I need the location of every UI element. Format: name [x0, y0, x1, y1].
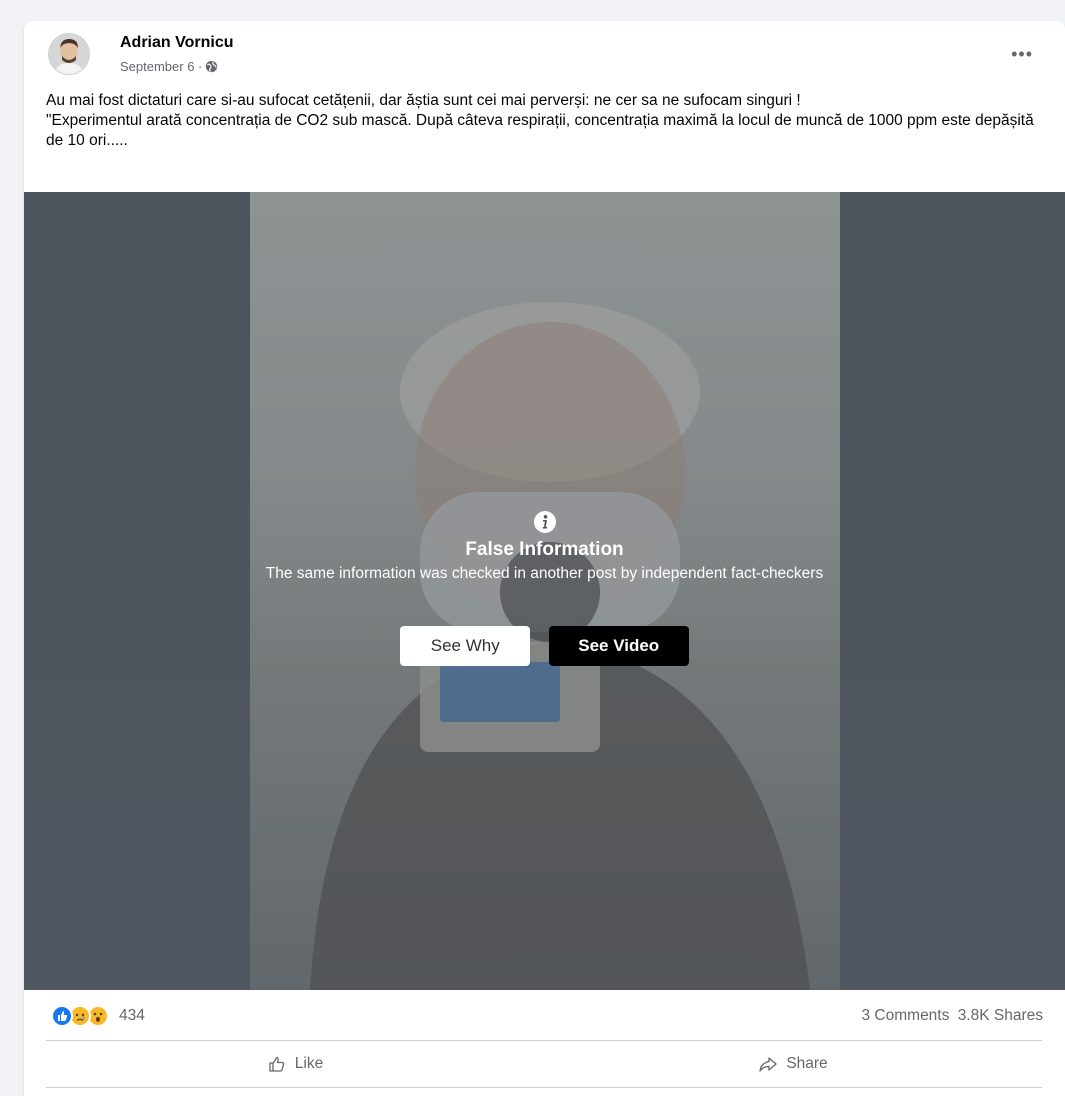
video-media[interactable]: False Information The same information w…: [24, 192, 1065, 990]
warning-actions: See Why See Video: [24, 626, 1065, 666]
more-options-icon[interactable]: •••: [1011, 45, 1033, 63]
post-actions: Like Share: [46, 1042, 1042, 1086]
post-meta: September 6 ·: [120, 59, 218, 74]
warning-title: False Information: [465, 539, 624, 560]
like-button[interactable]: Like: [46, 1042, 544, 1086]
warning-subtitle: The same information was checked in anot…: [265, 565, 824, 582]
like-label: Like: [294, 1055, 324, 1072]
see-video-button[interactable]: See Video: [548, 626, 689, 666]
post-text-line: Au mai fost dictaturi care si-au sufocat…: [46, 92, 801, 109]
actions-divider-bottom: [46, 1087, 1042, 1088]
like-icon: [51, 1005, 73, 1027]
thumbs-up-icon: [269, 1056, 285, 1072]
engagement-counts: 3 Comments 3.8K Shares: [858, 1007, 1044, 1025]
share-label: Share: [786, 1055, 828, 1072]
post-card: Adrian Vornicu September 6 · ••• Au mai …: [24, 21, 1065, 1096]
see-why-button[interactable]: See Why: [400, 626, 531, 666]
comments-count[interactable]: 3 Comments: [862, 1007, 950, 1024]
reactions-summary[interactable]: 434: [51, 1005, 145, 1027]
share-arrow-icon: [759, 1057, 777, 1072]
post-text: Au mai fost dictaturi care si-au sufocat…: [46, 91, 1046, 151]
author-name[interactable]: Adrian Vornicu: [120, 34, 234, 52]
post-text-line: "Experimentul arată concentrația de CO2 …: [46, 112, 1034, 149]
share-button[interactable]: Share: [544, 1042, 1042, 1086]
post-stats: 434 3 Comments 3.8K Shares: [24, 990, 1065, 1040]
shares-count[interactable]: 3.8K Shares: [958, 1007, 1043, 1024]
false-information-warning: False Information The same information w…: [24, 510, 1065, 584]
post-date[interactable]: September 6 ·: [120, 59, 202, 74]
actions-divider-top: [46, 1040, 1042, 1041]
post-header: Adrian Vornicu September 6 · •••: [24, 21, 1065, 91]
reaction-count[interactable]: 434: [119, 1007, 145, 1025]
globe-icon: [206, 60, 218, 73]
false-info-overlay: [24, 192, 1065, 990]
info-icon: [533, 511, 556, 533]
author-avatar[interactable]: [48, 33, 90, 75]
